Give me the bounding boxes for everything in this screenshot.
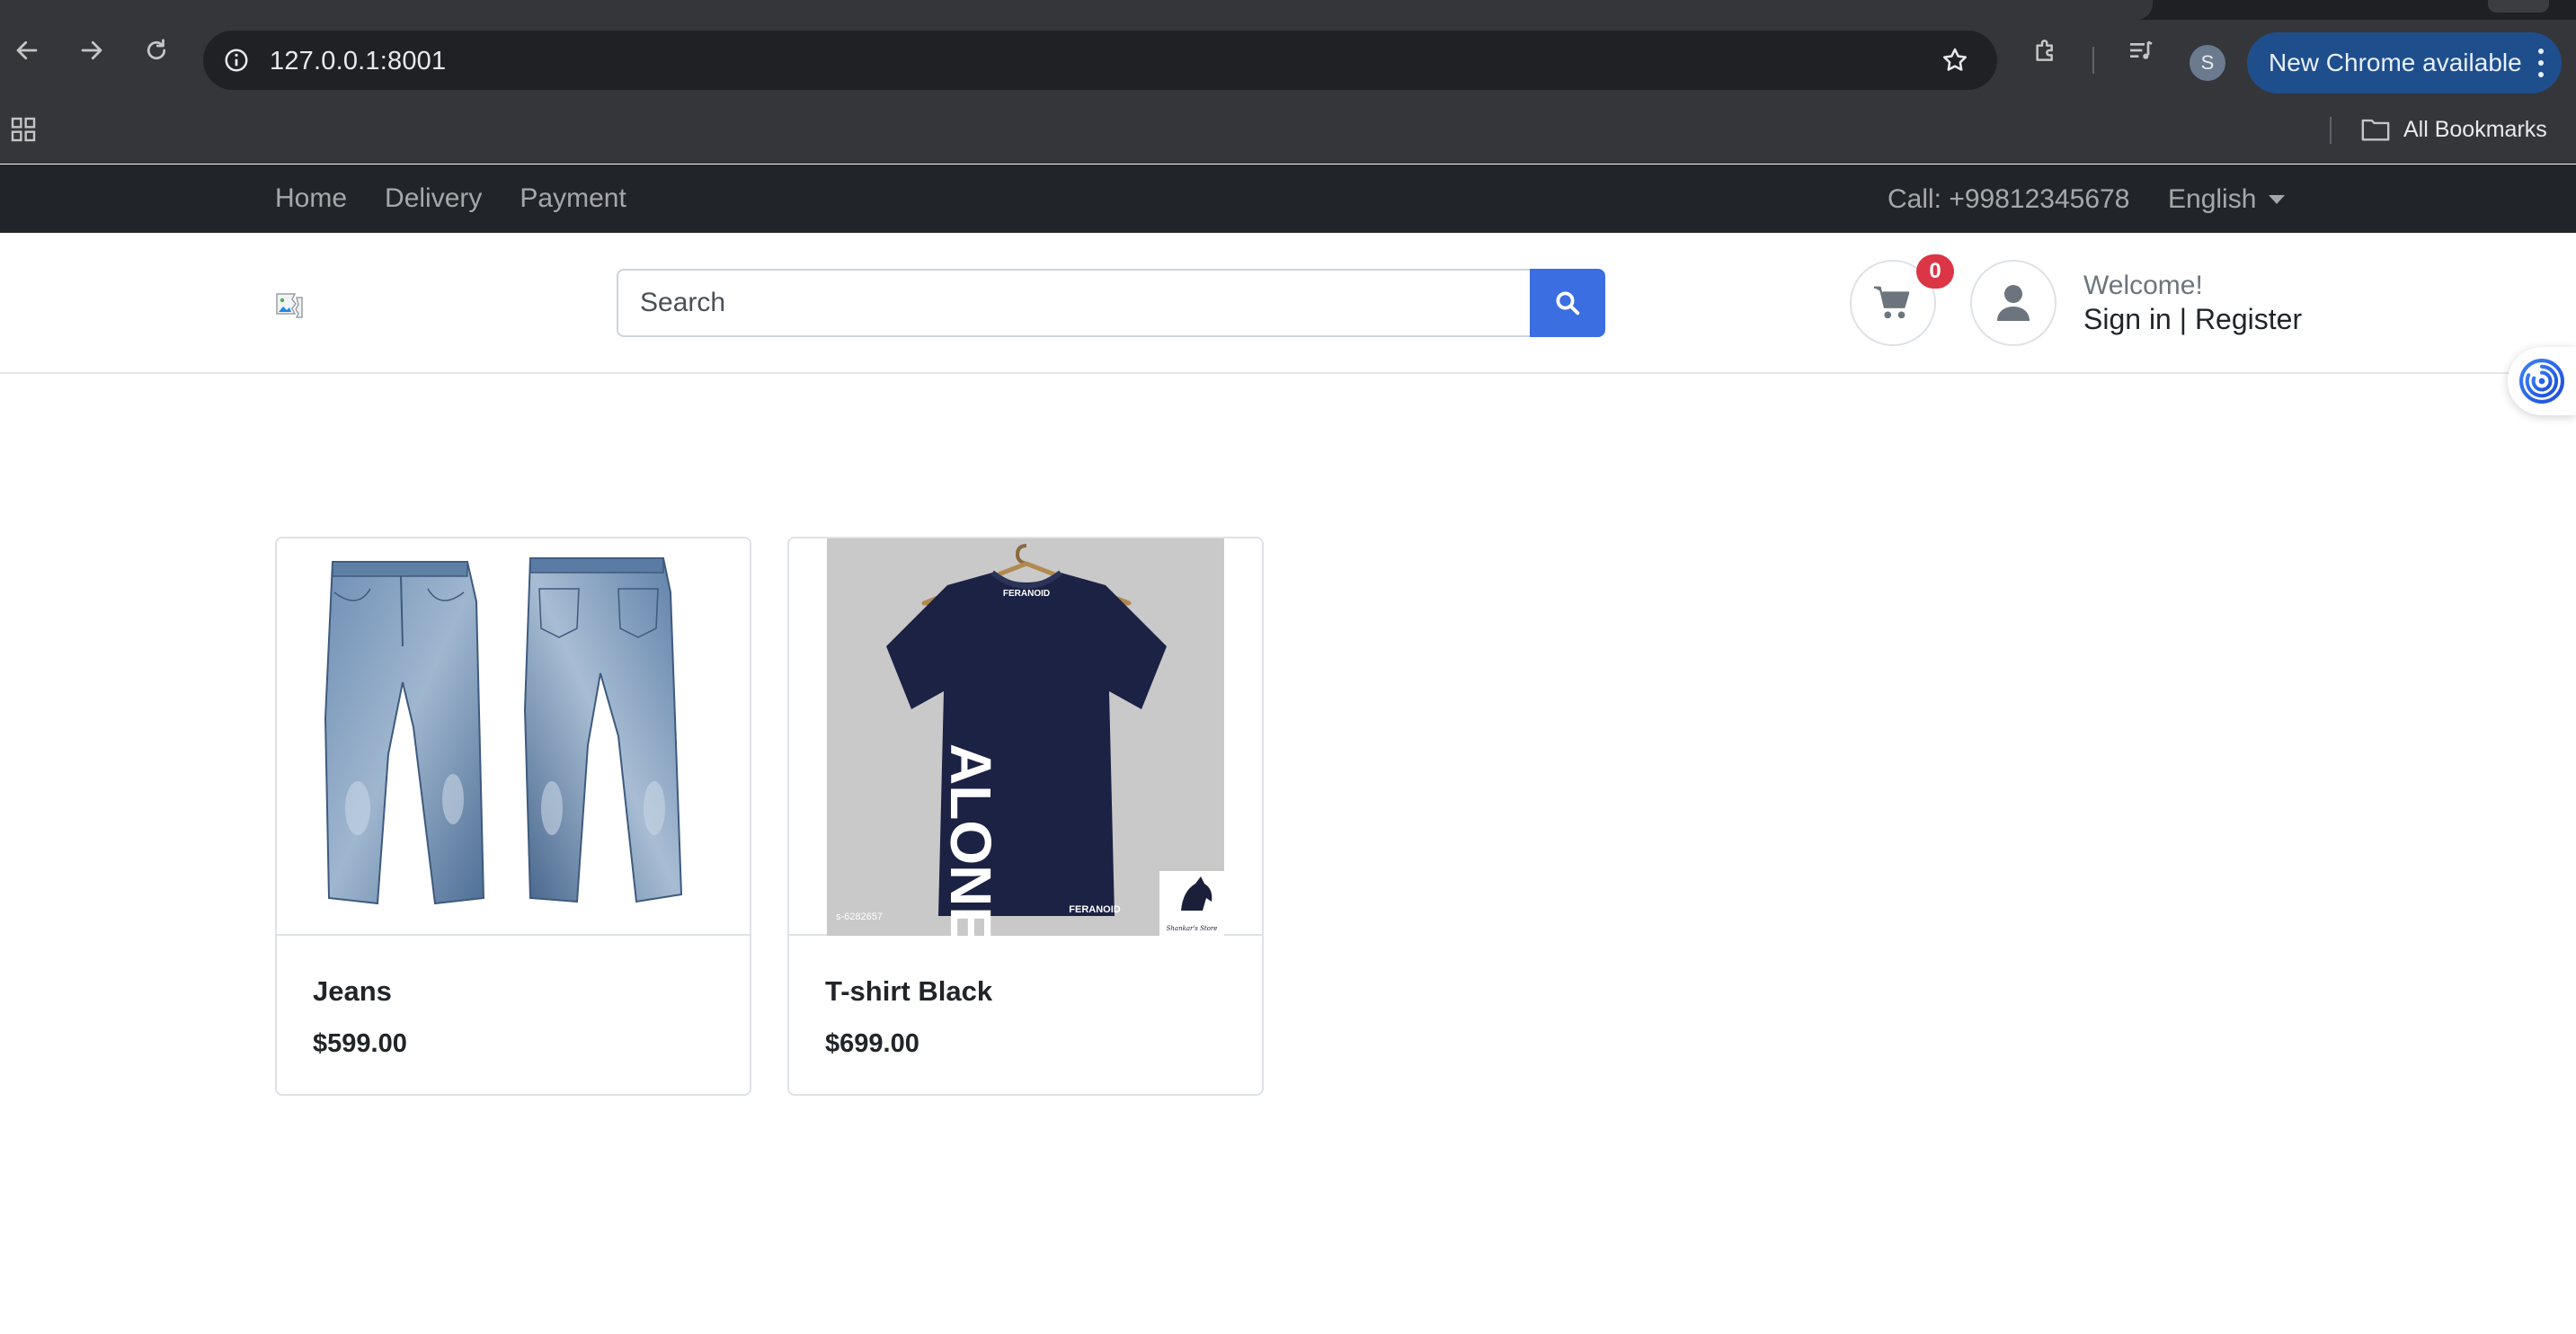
- nav-link-payment[interactable]: Payment: [520, 183, 626, 214]
- bookmarks-bar: All Bookmarks: [0, 93, 2576, 164]
- caret-down-icon: [2269, 195, 2286, 204]
- kebab-menu-icon[interactable]: [2535, 45, 2547, 81]
- product-card[interactable]: Jeans $599.00: [275, 537, 751, 1096]
- url-text[interactable]: 127.0.0.1:8001: [270, 47, 446, 76]
- product-image-jeans[interactable]: [277, 538, 750, 936]
- site-info-icon[interactable]: [219, 43, 253, 77]
- search-button[interactable]: [1530, 269, 1605, 337]
- sign-in-link[interactable]: Sign in: [2083, 303, 2172, 335]
- profile-avatar[interactable]: S: [2190, 45, 2225, 81]
- language-dropdown[interactable]: English: [2168, 184, 2286, 215]
- auth-links: Sign in | Register: [2083, 303, 2302, 336]
- search-icon: [1556, 291, 1580, 316]
- welcome-text: Welcome!: [2083, 271, 2203, 300]
- top-nav-links: Home Delivery Payment: [275, 165, 664, 233]
- active-tab[interactable]: [0, 0, 2153, 20]
- shopping-cart-icon: [1874, 286, 1910, 319]
- broken-image-icon: [276, 293, 303, 318]
- spiral-assistant-icon: [2519, 359, 2564, 404]
- media-controls-icon[interactable]: [2123, 32, 2159, 68]
- address-bar[interactable]: 127.0.0.1:8001: [203, 31, 1997, 90]
- nav-link-home[interactable]: Home: [275, 183, 347, 214]
- tshirt-print-text: ALONE: [938, 743, 1003, 936]
- tshirt-hem-label: FERANOID: [1069, 904, 1121, 915]
- tshirt-product-code: s-6282657: [836, 912, 883, 922]
- product-price: $699.00: [825, 1029, 919, 1058]
- new-chrome-label: New Chrome available: [2269, 49, 2522, 76]
- bookmark-star-icon[interactable]: [1938, 43, 1972, 77]
- product-name[interactable]: T-shirt Black: [825, 975, 992, 1008]
- browser-toolbar: 127.0.0.1:8001 S New Chrome available: [0, 20, 2576, 93]
- product-card[interactable]: FERANOID ALONE FERANOID s-6282657 Shanka…: [787, 537, 1264, 1096]
- browser-tab-strip: [0, 0, 2576, 20]
- site-logo[interactable]: [275, 292, 304, 319]
- all-bookmarks-button[interactable]: All Bookmarks: [2360, 113, 2547, 146]
- product-price: $599.00: [313, 1029, 407, 1058]
- auth-separator: |: [2179, 303, 2188, 335]
- new-chrome-available-button[interactable]: New Chrome available: [2247, 32, 2562, 93]
- cart-count-badge: 0: [1916, 254, 1954, 289]
- site-header: 0 Welcome! Sign in | Register: [0, 233, 2576, 374]
- product-image-tshirt[interactable]: FERANOID ALONE FERANOID s-6282657 Shanka…: [789, 538, 1262, 945]
- search-input[interactable]: [617, 269, 1530, 337]
- back-arrow-icon[interactable]: [9, 32, 45, 68]
- product-name[interactable]: Jeans: [313, 975, 392, 1008]
- tshirt-brand-label: FERANOID: [1003, 589, 1050, 599]
- user-icon: [1997, 285, 2030, 321]
- forward-arrow-icon[interactable]: [74, 32, 110, 68]
- register-link[interactable]: Register: [2195, 303, 2302, 335]
- all-bookmarks-label: All Bookmarks: [2403, 116, 2547, 142]
- account-button[interactable]: [1970, 260, 2056, 346]
- reload-icon[interactable]: [138, 32, 174, 68]
- folder-icon: [2361, 119, 2390, 141]
- tab-search-button[interactable]: [2488, 0, 2549, 13]
- extensions-icon[interactable]: [2028, 32, 2064, 68]
- site-top-nav: Home Delivery Payment Call: +99812345678…: [0, 165, 2576, 233]
- language-label: English: [2168, 184, 2257, 214]
- assistant-widget[interactable]: [2508, 347, 2576, 415]
- bookmarks-separator: [2330, 117, 2332, 144]
- phone-number: Call: +99812345678: [1888, 184, 2130, 214]
- tshirt-store-logo-caption: Shankar's Store: [1167, 925, 1218, 932]
- search-form: [617, 269, 1605, 337]
- apps-grid-icon[interactable]: [9, 115, 38, 144]
- nav-link-delivery[interactable]: Delivery: [385, 183, 482, 214]
- toolbar-separator: [2092, 47, 2094, 74]
